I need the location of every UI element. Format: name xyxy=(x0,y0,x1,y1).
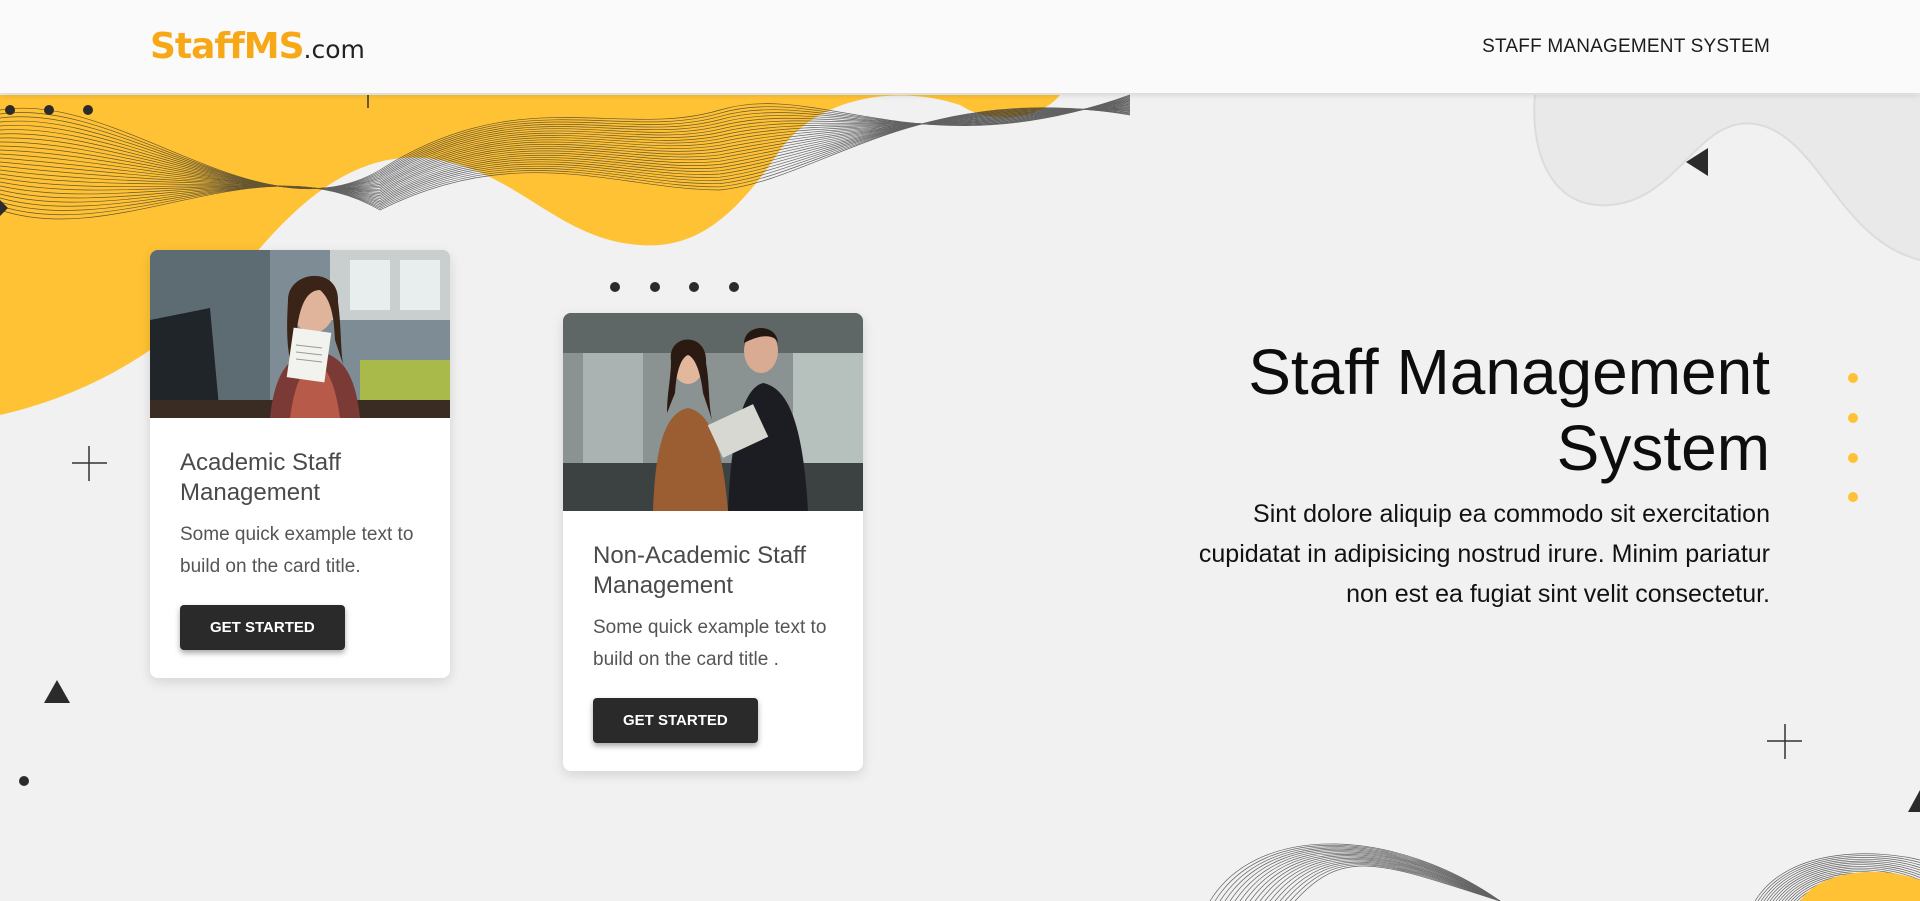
get-started-button[interactable]: GET STARTED xyxy=(593,698,758,743)
triangle-left xyxy=(44,680,70,703)
card-text: Some quick example text to build on the … xyxy=(180,524,414,577)
brand-logo[interactable]: StaffMS.com xyxy=(150,26,365,71)
card-title: Non-Academic Staff Management xyxy=(593,542,806,599)
navbar: StaffMS.com STAFF MANAGEMENT SYSTEM xyxy=(0,0,1920,93)
card-text: Some quick example text to build on the … xyxy=(593,617,827,670)
photo-woman-headset-icon xyxy=(150,250,450,418)
card-title: Academic Staff Management xyxy=(180,449,341,506)
hero-description: Sint dolore aliquip ea commodo sit exerc… xyxy=(1198,500,1770,608)
hero-section: Staff Management System Sint dolore aliq… xyxy=(1170,334,1770,614)
brand-name: StaffMS xyxy=(150,26,305,67)
dot-column-right xyxy=(1848,373,1858,502)
plus-right xyxy=(1767,724,1802,759)
get-started-button[interactable]: GET STARTED xyxy=(180,605,345,650)
hero-title: Staff Management System xyxy=(1248,336,1770,484)
photo-business-couple-icon xyxy=(563,313,863,511)
card-academic-staff: Academic Staff Management Some quick exa… xyxy=(150,250,450,678)
nav-title-link[interactable]: STAFF MANAGEMENT SYSTEM xyxy=(1482,36,1770,58)
dot-bottom-left xyxy=(19,776,29,786)
brand-tld: .com xyxy=(303,35,365,64)
plus-left xyxy=(72,446,107,481)
triangle-edge-right xyxy=(1908,790,1920,812)
card-non-academic-staff: Non-Academic Staff Management Some quick… xyxy=(563,313,863,771)
dot-row-middle xyxy=(610,282,739,292)
grey-wave-shape xyxy=(1534,95,1920,260)
